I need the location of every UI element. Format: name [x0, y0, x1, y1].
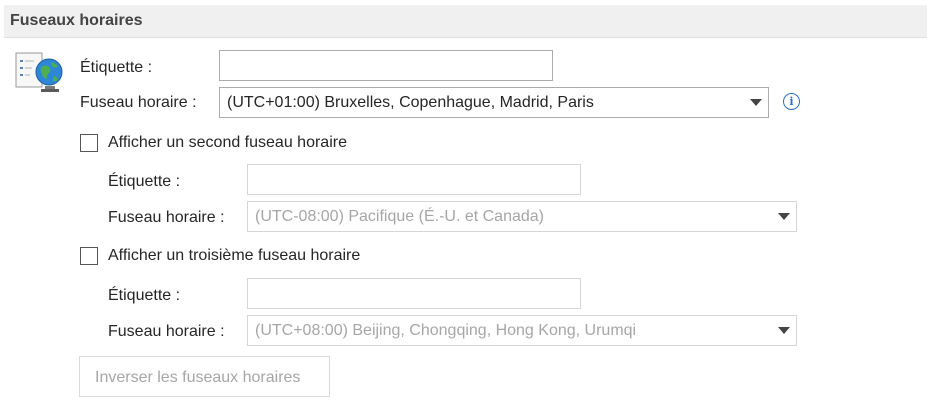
third-timezone-checkbox[interactable]: [80, 247, 98, 265]
primary-timezone-value: (UTC+01:00) Bruxelles, Copenhague, Madri…: [227, 94, 594, 111]
second-timezone-checkbox-label[interactable]: Afficher un second fuseau horaire: [108, 134, 347, 152]
primary-timezone-select[interactable]: (UTC+01:00) Bruxelles, Copenhague, Madri…: [219, 87, 769, 118]
third-timezone-caption: Fuseau horaire :: [108, 323, 225, 340]
primary-label-input[interactable]: [219, 50, 553, 81]
third-timezone-select[interactable]: (UTC+08:00) Beijing, Chongqing, Hong Kon…: [247, 315, 797, 346]
third-timezone-value: (UTC+08:00) Beijing, Chongqing, Hong Kon…: [255, 322, 637, 339]
second-label-input[interactable]: [247, 164, 581, 195]
second-label-caption: Étiquette :: [108, 173, 181, 190]
chevron-down-icon: [750, 99, 762, 106]
primary-timezone-caption: Fuseau horaire :: [80, 94, 197, 111]
info-icon[interactable]: i: [783, 93, 800, 110]
swap-timezones-button[interactable]: Inverser les fuseaux horaires: [79, 356, 330, 397]
second-timezone-value: (UTC-08:00) Pacifique (É.-U. et Canada): [255, 208, 544, 225]
chevron-down-icon: [778, 327, 790, 334]
second-timezone-caption: Fuseau horaire :: [108, 209, 225, 226]
third-label-caption: Étiquette :: [108, 287, 181, 304]
swap-timezones-label: Inverser les fuseaux horaires: [95, 369, 301, 386]
second-timezone-select[interactable]: (UTC-08:00) Pacifique (É.-U. et Canada): [247, 201, 797, 232]
second-timezone-checkbox[interactable]: [80, 134, 98, 152]
section-title: Fuseaux horaires: [10, 12, 143, 29]
primary-label-caption: Étiquette :: [80, 59, 153, 76]
chevron-down-icon: [778, 213, 790, 220]
section-header: Fuseaux horaires: [4, 5, 927, 38]
third-timezone-checkbox-label[interactable]: Afficher un troisième fuseau horaire: [108, 247, 360, 265]
globe-document-icon: [15, 52, 63, 92]
third-label-input[interactable]: [247, 278, 581, 309]
